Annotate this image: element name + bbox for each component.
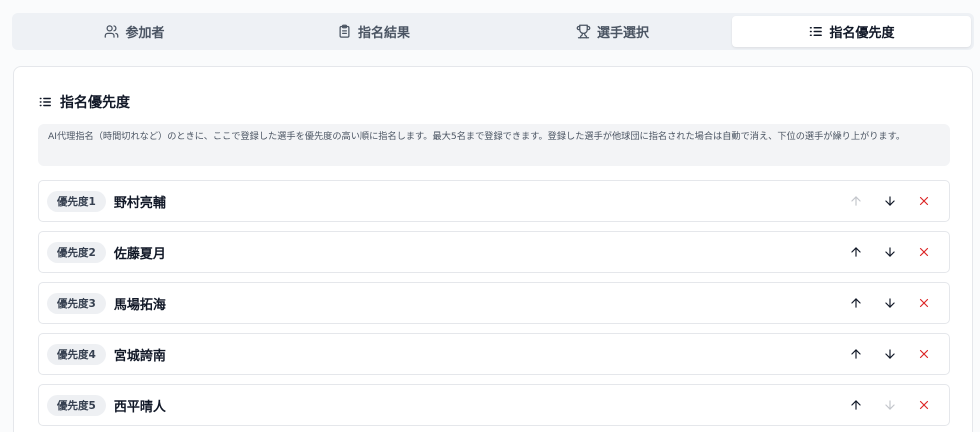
move-up-button[interactable]	[839, 390, 873, 420]
tab-results[interactable]: 指名結果	[254, 16, 493, 47]
arrow-up-icon	[849, 194, 863, 208]
arrow-down-icon	[883, 194, 897, 208]
player-name: 宮城誇南	[113, 348, 166, 364]
info-note: AI代理指名（時間切れなど）のときに、ここで登録した選手を優先度の高い順に指名し…	[38, 124, 950, 166]
move-down-button[interactable]	[873, 288, 907, 318]
tab-label: 参加者	[125, 26, 165, 41]
priority-badge: 優先度1	[47, 190, 106, 212]
clipboard-icon	[337, 24, 352, 39]
remove-button[interactable]	[907, 288, 941, 318]
player-name: 西平晴人	[113, 399, 166, 415]
priority-row: 優先度4 宮城誇南	[38, 333, 950, 375]
priority-badge: 優先度4	[47, 343, 106, 365]
arrow-up-icon	[849, 296, 863, 310]
arrow-down-icon	[883, 347, 897, 361]
remove-button[interactable]	[907, 339, 941, 369]
tab-participants[interactable]: 参加者	[15, 16, 254, 47]
priority-row: 優先度3 馬場拓海	[38, 282, 950, 324]
priority-row: 優先度5 西平晴人	[38, 384, 950, 426]
remove-button[interactable]	[907, 237, 941, 267]
tab-label: 指名優先度	[829, 26, 895, 41]
card-title-text: 指名優先度	[60, 95, 130, 111]
card-title: 指名優先度	[38, 92, 130, 112]
remove-button[interactable]	[907, 390, 941, 420]
close-icon	[917, 194, 931, 208]
tab-label: 指名結果	[357, 26, 410, 41]
priority-badge: 優先度3	[47, 292, 106, 314]
player-name: 馬場拓海	[113, 297, 166, 313]
move-down-button[interactable]	[873, 390, 907, 420]
move-up-button[interactable]	[839, 288, 873, 318]
list-ordered-icon	[38, 95, 52, 109]
close-icon	[917, 245, 931, 259]
tab-priority[interactable]: 指名優先度	[732, 16, 971, 47]
priority-list: 優先度1 野村亮輔 優先度2 佐藤夏月 優先度3 馬場拓海 優先度4 宮城誇南 …	[38, 180, 950, 432]
users-icon	[104, 24, 119, 39]
move-up-button[interactable]	[839, 339, 873, 369]
arrow-up-icon	[849, 347, 863, 361]
player-name: 佐藤夏月	[113, 246, 166, 262]
arrow-down-icon	[883, 398, 897, 412]
close-icon	[917, 296, 931, 310]
arrow-down-icon	[883, 296, 897, 310]
row-actions	[839, 288, 941, 318]
priority-badge: 優先度2	[47, 241, 106, 263]
remove-button[interactable]	[907, 186, 941, 216]
trophy-icon	[576, 24, 591, 39]
tab-bar: 参加者 指名結果 選手選択 指名優先度	[12, 13, 974, 50]
list-ordered-icon	[808, 24, 823, 39]
move-down-button[interactable]	[873, 186, 907, 216]
close-icon	[917, 347, 931, 361]
priority-row: 優先度2 佐藤夏月	[38, 231, 950, 273]
tab-label: 選手選択	[596, 26, 649, 41]
row-actions	[839, 186, 941, 216]
move-down-button[interactable]	[873, 237, 907, 267]
priority-row: 優先度1 野村亮輔	[38, 180, 950, 222]
arrow-up-icon	[849, 245, 863, 259]
priority-badge: 優先度5	[47, 394, 106, 416]
arrow-up-icon	[849, 398, 863, 412]
player-name: 野村亮輔	[113, 195, 166, 211]
move-down-button[interactable]	[873, 339, 907, 369]
row-actions	[839, 390, 941, 420]
row-actions	[839, 237, 941, 267]
priority-card: 指名優先度 AI代理指名（時間切れなど）のときに、ここで登録した選手を優先度の高…	[13, 66, 973, 432]
tab-player-select[interactable]: 選手選択	[493, 16, 732, 47]
row-actions	[839, 339, 941, 369]
arrow-down-icon	[883, 245, 897, 259]
move-up-button[interactable]	[839, 186, 873, 216]
move-up-button[interactable]	[839, 237, 873, 267]
close-icon	[917, 398, 931, 412]
